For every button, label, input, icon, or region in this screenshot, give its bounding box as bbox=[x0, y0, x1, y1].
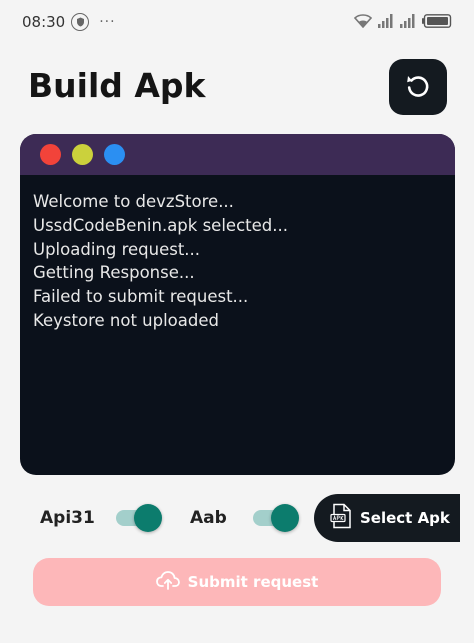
log-line: Getting Response... bbox=[33, 263, 195, 283]
window-dot-minimize bbox=[72, 144, 93, 165]
log-line: Keystore not uploaded bbox=[33, 310, 219, 330]
terminal-log: Welcome to devzStore... UssdCodeBenin.ap… bbox=[20, 175, 455, 333]
log-line: Failed to submit request... bbox=[33, 287, 249, 307]
log-line: Uploading request... bbox=[33, 239, 201, 259]
signal-icon bbox=[378, 13, 394, 32]
refresh-button[interactable] bbox=[389, 59, 447, 115]
refresh-icon bbox=[404, 71, 432, 103]
log-line: UssdCodeBenin.apk selected... bbox=[33, 215, 288, 235]
shield-icon bbox=[71, 13, 90, 31]
terminal-window: Welcome to devzStore... UssdCodeBenin.ap… bbox=[20, 134, 455, 475]
submit-request-label: Submit request bbox=[187, 573, 319, 591]
log-line: Welcome to devzStore... bbox=[33, 192, 234, 211]
select-apk-label: Select Apk bbox=[360, 509, 450, 527]
status-time: 08:30 bbox=[22, 13, 66, 31]
aab-label: Aab bbox=[190, 508, 227, 528]
toggle-knob bbox=[134, 504, 162, 532]
status-bar: 08:30 ··· bbox=[0, 0, 474, 44]
window-dot-maximize bbox=[104, 144, 125, 165]
aab-toggle[interactable] bbox=[253, 504, 299, 532]
page-title: Build Apk bbox=[28, 66, 206, 105]
cloud-upload-icon bbox=[155, 570, 180, 594]
select-apk-button[interactable]: Select Apk bbox=[314, 494, 460, 542]
status-icons bbox=[353, 13, 452, 32]
api31-toggle[interactable] bbox=[116, 504, 162, 532]
toggle-knob bbox=[271, 504, 299, 532]
apk-file-icon bbox=[330, 503, 352, 533]
status-more-indicator: ··· bbox=[99, 14, 116, 30]
terminal-title-bar bbox=[20, 134, 455, 175]
wifi-icon bbox=[353, 13, 373, 32]
signal-icon bbox=[400, 13, 416, 32]
battery-icon bbox=[422, 13, 452, 32]
api31-label: Api31 bbox=[40, 508, 95, 528]
window-dot-close bbox=[40, 144, 61, 165]
submit-request-button[interactable]: Submit request bbox=[33, 558, 441, 606]
